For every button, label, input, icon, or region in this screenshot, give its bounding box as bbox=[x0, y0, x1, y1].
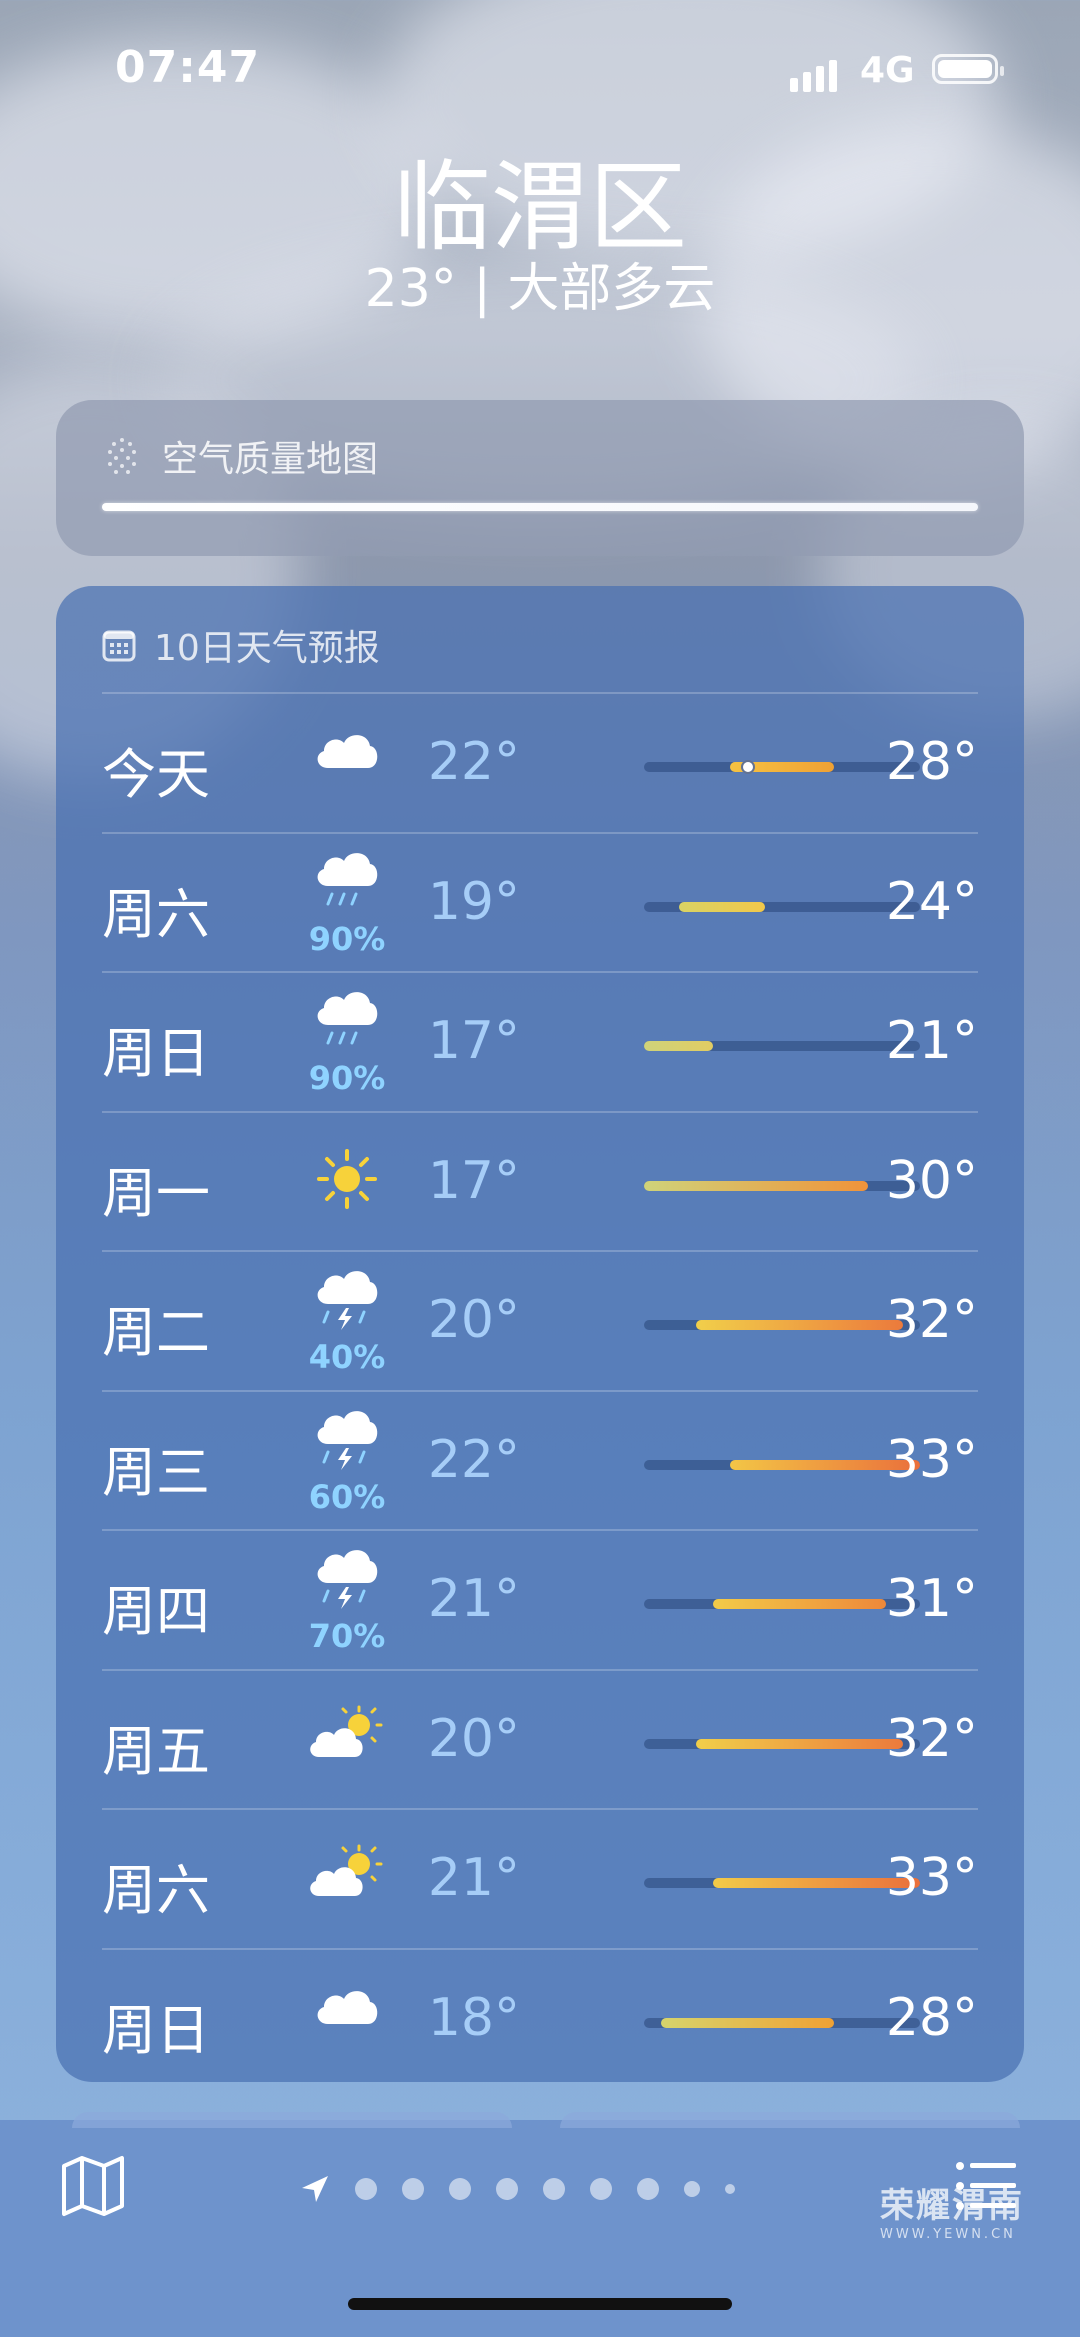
signal-strength-icon bbox=[790, 52, 837, 92]
map-icon[interactable] bbox=[60, 2152, 126, 2218]
temp-range-track bbox=[644, 1180, 920, 1191]
low-temp: 21° bbox=[427, 1569, 520, 1629]
high-temp: 31° bbox=[885, 1569, 978, 1629]
high-temp: 24° bbox=[885, 871, 978, 932]
forecast-day: 周四 bbox=[102, 1580, 210, 1643]
calendar-icon bbox=[102, 630, 136, 662]
home-indicator[interactable] bbox=[348, 2298, 732, 2310]
ten-day-forecast-card[interactable]: 10日天气预报 今天 22° 28° 周六 90% 19° 24° 周日 90% 17° 21° 周一… bbox=[56, 586, 1024, 2082]
forecast-row[interactable]: 今天 22° 28° bbox=[102, 692, 978, 834]
temp-range-bar bbox=[644, 1041, 713, 1051]
low-temp: 19° bbox=[427, 871, 520, 932]
air-quality-title: 空气质量地图 bbox=[162, 439, 379, 480]
low-temp: 20° bbox=[427, 1708, 520, 1769]
temp-range-track bbox=[644, 1738, 920, 1749]
temp-range-track bbox=[644, 901, 920, 912]
low-temp: 20° bbox=[427, 1290, 520, 1350]
network-type: 4G bbox=[860, 50, 915, 91]
forecast-row[interactable]: 周日 90% 17° 21° bbox=[102, 971, 978, 1113]
page-dot bbox=[725, 2184, 735, 2194]
temp-range-bar bbox=[661, 2017, 834, 2028]
high-temp: 33° bbox=[885, 1848, 978, 1908]
low-temp: 21° bbox=[427, 1848, 520, 1908]
page-indicator[interactable] bbox=[300, 2174, 735, 2204]
forecast-row[interactable]: 周二 40% 20° 32° bbox=[102, 1250, 978, 1392]
forecast-day: 周六 bbox=[102, 1859, 210, 1922]
forecast-row[interactable]: 周五 20° 32° bbox=[102, 1668, 978, 1811]
page-dot bbox=[449, 2178, 471, 2200]
battery-icon bbox=[932, 54, 1004, 84]
status-bar: 07:47 4G bbox=[0, 0, 1080, 140]
page-dot bbox=[637, 2178, 659, 2200]
forecast-title: 10日天气预报 bbox=[154, 628, 380, 669]
page-dot bbox=[402, 2178, 424, 2200]
page-dot bbox=[590, 2178, 612, 2200]
forecast-day: 周日 bbox=[102, 1022, 210, 1085]
page-dot bbox=[355, 2178, 377, 2200]
high-temp: 30° bbox=[885, 1150, 978, 1211]
temp-range-bar bbox=[678, 901, 765, 912]
status-time: 07:47 bbox=[115, 42, 261, 93]
forecast-day: 今天 bbox=[102, 743, 210, 806]
watermark-logo: 荣耀渭南 WWW.YEWN.CN bbox=[880, 2178, 1060, 2242]
low-temp: 22° bbox=[427, 732, 520, 792]
low-temp: 22° bbox=[427, 1429, 520, 1490]
page-dot bbox=[496, 2178, 518, 2200]
forecast-header: 10日天气预报 bbox=[102, 620, 380, 670]
forecast-row[interactable]: 周日 18° 28° bbox=[102, 1947, 978, 2090]
location-arrow-icon bbox=[302, 2176, 328, 2202]
forecast-day: 周二 bbox=[102, 1301, 210, 1364]
forecast-day: 周五 bbox=[102, 1719, 210, 1783]
temp-range-track bbox=[644, 1320, 920, 1330]
air-quality-dots-icon bbox=[108, 438, 136, 474]
high-temp: 32° bbox=[885, 1290, 978, 1350]
forecast-day: 周三 bbox=[102, 1440, 210, 1504]
air-quality-bar bbox=[102, 503, 978, 511]
high-temp: 28° bbox=[885, 1987, 978, 2048]
forecast-row[interactable]: 周三 60% 22° 33° bbox=[102, 1389, 978, 1532]
current-temp-marker bbox=[740, 760, 755, 774]
temp-range-bar bbox=[695, 1738, 903, 1749]
low-temp: 17° bbox=[427, 1011, 520, 1071]
temp-range-track bbox=[644, 2017, 920, 2028]
watermark-text: 荣耀渭南 bbox=[880, 2186, 1024, 2226]
temp-range-track bbox=[644, 1459, 920, 1470]
next-card-peek-right bbox=[560, 2112, 1020, 2128]
page-dot bbox=[543, 2178, 565, 2200]
high-temp: 33° bbox=[885, 1429, 978, 1490]
temp-range-track bbox=[644, 1041, 920, 1051]
high-temp: 28° bbox=[885, 732, 978, 792]
high-temp: 32° bbox=[885, 1708, 978, 1769]
forecast-day: 周六 bbox=[102, 882, 210, 946]
temp-range-track bbox=[644, 760, 920, 774]
current-conditions: 23° | 大部多云 bbox=[364, 259, 716, 319]
page-dot bbox=[684, 2181, 700, 2197]
temp-range-track bbox=[644, 1878, 920, 1888]
forecast-day: 周日 bbox=[102, 1998, 210, 2062]
air-quality-map-card[interactable]: 空气质量地图 bbox=[56, 400, 1024, 556]
forecast-row[interactable]: 周六 90% 19° 24° bbox=[102, 831, 978, 974]
temp-range-bar bbox=[695, 1320, 903, 1330]
forecast-row[interactable]: 周四 70% 21° 31° bbox=[102, 1529, 978, 1671]
watermark-url: WWW.YEWN.CN bbox=[880, 2227, 1016, 2242]
forecast-row[interactable]: 周六 21° 33° bbox=[102, 1808, 978, 1950]
temp-range-bar bbox=[713, 1599, 886, 1609]
high-temp: 21° bbox=[885, 1011, 978, 1071]
forecast-day: 周一 bbox=[102, 1161, 210, 1225]
next-card-peek-left bbox=[72, 2112, 512, 2128]
low-temp: 18° bbox=[427, 1987, 520, 2048]
temp-range-bar bbox=[644, 1180, 869, 1191]
forecast-row[interactable]: 周一 17° 30° bbox=[102, 1110, 978, 1253]
low-temp: 17° bbox=[427, 1150, 520, 1211]
temp-range-track bbox=[644, 1599, 920, 1609]
